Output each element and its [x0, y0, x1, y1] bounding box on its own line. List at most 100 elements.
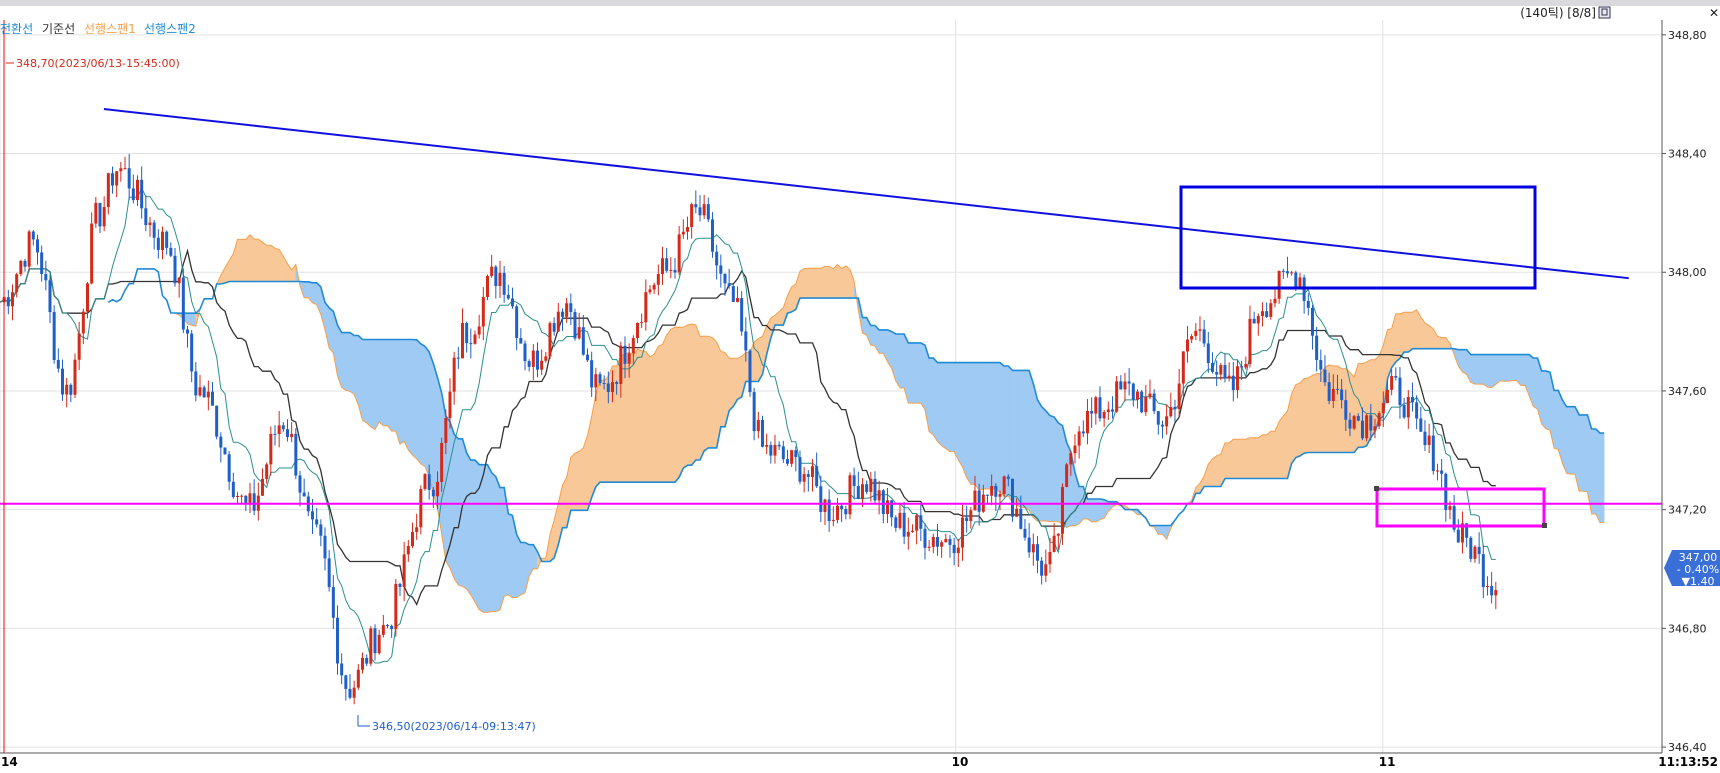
cloud-segment	[470, 459, 476, 604]
cloud-segment	[1308, 374, 1313, 453]
cloud-segment	[574, 451, 580, 511]
candle-body	[1235, 366, 1239, 391]
candle-body	[1227, 375, 1231, 379]
candle-body	[402, 554, 406, 587]
cloud-segment	[937, 362, 942, 447]
cloud-segment	[933, 357, 938, 443]
window-close-icon[interactable]: ✕	[1709, 6, 1719, 20]
cloud-segment	[928, 357, 934, 436]
close-glyph: ✕	[1709, 6, 1719, 20]
cloud-segment	[1020, 370, 1026, 508]
candle-body	[69, 384, 73, 395]
cloud-segment	[1316, 373, 1322, 453]
candle-body	[281, 425, 285, 430]
candle-body	[1181, 351, 1185, 384]
candle-body	[810, 466, 814, 477]
window-minimize-icon[interactable]	[1598, 6, 1611, 19]
cloud-segment	[1541, 370, 1547, 430]
cloud-segment	[1095, 498, 1101, 523]
candle-body	[660, 258, 664, 274]
candle-body	[919, 515, 923, 529]
candle-body	[427, 474, 431, 490]
cloud-segment	[1299, 377, 1305, 457]
candle-body	[1435, 470, 1439, 472]
candle-body	[631, 338, 635, 354]
cloud-segment	[453, 433, 459, 587]
cloud-segment	[249, 234, 255, 282]
cloud-segment	[416, 339, 422, 465]
candle-body	[744, 331, 748, 351]
candle-body	[1406, 396, 1410, 418]
candle-body	[194, 371, 198, 396]
candle-body	[1415, 402, 1419, 419]
candle-body	[1394, 375, 1398, 378]
candle-body	[510, 298, 514, 307]
candle-body	[10, 292, 14, 307]
candle-body	[1110, 409, 1114, 412]
candle-body	[648, 289, 652, 293]
candle-body	[673, 269, 677, 273]
candle-body	[1215, 371, 1219, 375]
candle-body	[719, 265, 723, 274]
cloud-segment	[962, 362, 967, 478]
cloud-segment	[1033, 383, 1038, 522]
cloud-segment	[1245, 437, 1251, 479]
cloud-segment	[999, 361, 1005, 497]
candle-body	[1277, 270, 1281, 299]
candle-body	[85, 283, 89, 312]
candle-body	[240, 495, 244, 497]
candle-body	[731, 286, 735, 302]
candle-body	[215, 405, 219, 437]
candle-body	[52, 312, 56, 361]
cloud-segment	[941, 362, 947, 450]
candle-body	[1160, 424, 1164, 427]
time-label: 11:13:52	[1658, 755, 1718, 769]
candle-body	[1177, 383, 1181, 410]
candle-body	[1369, 415, 1373, 431]
cloud-segment	[1499, 354, 1505, 382]
candle-body	[1165, 416, 1169, 427]
candle-body	[881, 490, 885, 515]
ichimoku-chart[interactable]: 348,80 348,40 348,00 347,60 347,20 346,80 346,…	[0, 0, 1720, 773]
cloud-segment	[483, 464, 488, 613]
candle-body	[1094, 397, 1098, 414]
cloud-segment	[374, 339, 380, 430]
candle-body	[235, 495, 239, 498]
cloud-segment	[383, 339, 388, 427]
candle-body	[823, 499, 827, 512]
candle-body	[969, 510, 973, 522]
candle-body	[1040, 560, 1044, 576]
cloud-segment	[312, 282, 317, 306]
candle-body	[169, 247, 173, 256]
candle-body	[123, 168, 127, 170]
y-tick-label: 347,20	[1668, 504, 1707, 517]
candle-body	[31, 231, 35, 240]
candle-body	[1252, 318, 1256, 324]
cloud-segment	[1224, 442, 1230, 479]
candle-body	[365, 657, 369, 664]
candle-body	[910, 530, 914, 532]
cloud-segment	[1087, 498, 1092, 523]
x-tick-label: 10	[952, 755, 969, 769]
candle-body	[727, 283, 731, 287]
candle-body	[665, 258, 669, 271]
candle-body	[273, 433, 277, 435]
candle-body	[915, 515, 919, 531]
candle-body	[610, 382, 614, 392]
candle-body	[702, 204, 706, 216]
candle-body	[519, 338, 523, 344]
cloud-segment	[1507, 354, 1513, 382]
y-tick-label: 347,60	[1668, 385, 1707, 398]
candle-body	[1065, 464, 1069, 487]
candle-body	[1152, 393, 1156, 412]
candle-body	[148, 222, 152, 226]
candle-body	[756, 419, 760, 432]
candle-body	[681, 231, 685, 235]
candle-body	[1440, 470, 1444, 474]
cloud-segment	[953, 362, 959, 461]
candle-body	[494, 266, 498, 287]
cloud-segment	[1570, 406, 1576, 475]
candle-body	[1060, 486, 1064, 534]
cloud-segment	[912, 342, 917, 404]
cloud-segment	[1328, 364, 1334, 453]
